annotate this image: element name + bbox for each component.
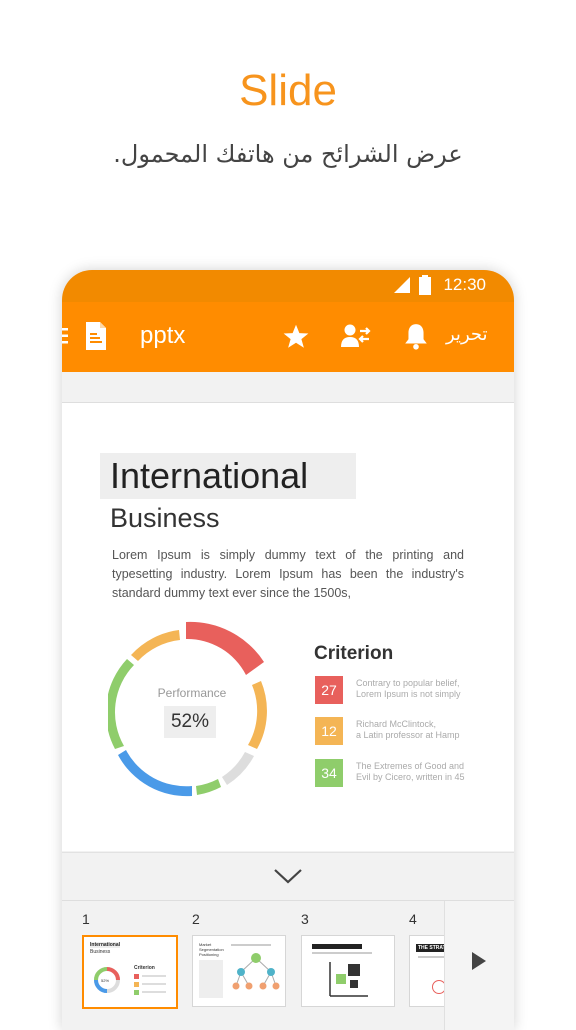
thumbnail-next-button[interactable]	[444, 901, 514, 1030]
play-arrow-icon[interactable]	[471, 951, 487, 971]
thumbnail-number: 3	[301, 911, 309, 927]
criterion-line: Richard McClintock,	[356, 719, 437, 729]
menu-icon[interactable]	[62, 326, 70, 346]
bell-icon[interactable]	[403, 322, 429, 350]
criterion-description: Richard McClintock, a Latin professor at…	[356, 719, 476, 741]
thumbnail-number: 1	[82, 911, 90, 927]
thumb-percentage: 52%	[101, 978, 110, 983]
slide-top-gap	[62, 372, 514, 403]
phone-frame: 12:30 pptx تحرير International Business …	[62, 270, 514, 1030]
donut-segment-blue	[118, 750, 192, 797]
criterion-line: Lorem Ipsum is not simply	[356, 689, 461, 699]
criterion-line: a Latin professor at Hamp	[356, 730, 460, 740]
donut-segment-red	[186, 621, 264, 675]
criterion-line: Contrary to popular belief,	[356, 678, 460, 688]
slide-body-text: Lorem Ipsum is simply dummy text of the …	[112, 548, 464, 600]
performance-value: 52%	[170, 711, 210, 732]
criterion-badge: 12	[315, 717, 343, 745]
thumbnail-number: 2	[192, 911, 200, 927]
slide-thumbnail-1[interactable]: International Business 52% Criterion	[82, 935, 178, 1009]
slide-title: International	[110, 455, 309, 496]
donut-segment-green-bottom	[196, 779, 221, 795]
expand-bar[interactable]	[62, 852, 514, 899]
criterion-description: Contrary to popular belief, Lorem Ipsum …	[356, 678, 476, 700]
slide-subtitle: Business	[110, 503, 220, 533]
star-icon[interactable]	[282, 323, 310, 350]
status-bar: 12:30	[62, 270, 514, 302]
status-time: 12:30	[443, 275, 486, 294]
thumb-title: Market Segmentation Positioning	[199, 942, 224, 957]
hero-title: Slide	[239, 66, 337, 115]
chevron-down-icon[interactable]	[273, 867, 303, 885]
thumbnail-strip: 1 2 3 4 International Business 52% Crite…	[62, 900, 514, 1030]
thumb-criterion: Criterion	[134, 965, 155, 971]
app-toolbar: pptx تحرير	[62, 302, 514, 372]
performance-label: Performance	[157, 686, 227, 700]
thumb-diagram	[232, 953, 280, 990]
thumb-title: International	[90, 942, 121, 948]
donut-segment-gray	[222, 752, 254, 785]
criterion-badge: 34	[315, 759, 343, 787]
file-name: pptx	[140, 322, 186, 349]
thumb-subtitle: Business	[90, 949, 111, 955]
hero-subtitle: عرض الشرائح من هاتفك المحمول.	[113, 140, 463, 168]
thumbnail-number: 4	[409, 911, 417, 927]
donut-segment-green-left	[108, 659, 134, 749]
share-user-icon[interactable]	[341, 322, 371, 350]
slide-thumbnail-3[interactable]	[301, 935, 395, 1007]
signal-icon	[394, 277, 411, 293]
slide-thumbnail-2[interactable]: Market Segmentation Positioning	[192, 935, 286, 1007]
donut-segment-orange-left	[131, 630, 180, 661]
battery-icon	[419, 275, 432, 295]
criterion-badge: 27	[315, 676, 343, 704]
criterion-line: The Extremes of Good and	[356, 761, 465, 771]
document-icon	[86, 322, 106, 350]
thumb-chart	[329, 962, 368, 997]
slide-canvas[interactable]: International Business Lorem Ipsum is si…	[62, 403, 514, 851]
criterion-line: Evil by Cicero, written in 45	[356, 772, 465, 782]
criterion-description: The Extremes of Good and Evil by Cicero,…	[356, 761, 476, 783]
criterion-title: Criterion	[314, 643, 394, 664]
edit-button[interactable]: تحرير	[446, 324, 488, 345]
donut-segment-orange-right	[248, 681, 267, 749]
